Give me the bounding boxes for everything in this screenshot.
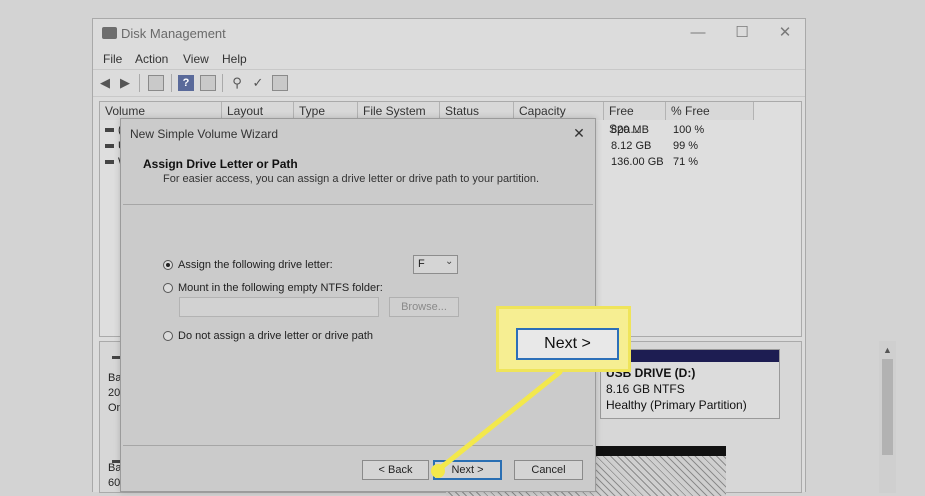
free-space-cell: 136.00 GB bbox=[611, 156, 664, 168]
radio-assign-letter[interactable] bbox=[163, 260, 173, 270]
view-icon[interactable] bbox=[200, 75, 216, 91]
divider bbox=[123, 445, 593, 446]
browse-button[interactable]: Browse... bbox=[389, 297, 459, 317]
scroll-thumb[interactable] bbox=[882, 359, 893, 455]
title-bar[interactable]: Disk Management — ☐ ✕ bbox=[93, 19, 805, 49]
new-simple-volume-wizard: New Simple Volume Wizard ✕ Assign Drive … bbox=[120, 118, 596, 492]
volume-icon bbox=[105, 144, 114, 148]
list-icon[interactable] bbox=[272, 75, 288, 91]
toolbar: ◀ ▶ ? ⚲ ✓ bbox=[93, 69, 805, 97]
menu-file[interactable]: File bbox=[103, 52, 122, 66]
volume-icon bbox=[105, 128, 114, 132]
option-label-assign-letter[interactable]: Assign the following drive letter: bbox=[178, 259, 333, 271]
back-arrow-icon[interactable]: ◀ bbox=[97, 75, 113, 91]
properties-icon[interactable] bbox=[148, 75, 164, 91]
radio-mount-folder[interactable] bbox=[163, 283, 173, 293]
menu-action[interactable]: Action bbox=[135, 52, 168, 66]
column-header-free-space[interactable]: Free Spa... bbox=[604, 102, 666, 136]
menu-bar: File Action View Help bbox=[93, 49, 805, 69]
help-icon[interactable]: ? bbox=[178, 75, 194, 91]
option-label-no-letter[interactable]: Do not assign a drive letter or drive pa… bbox=[178, 330, 373, 342]
check-icon[interactable]: ✓ bbox=[250, 75, 266, 91]
wizard-title: New Simple Volume Wizard bbox=[130, 127, 279, 141]
toolbar-separator bbox=[139, 74, 140, 92]
pct-free-cell: 99 % bbox=[673, 140, 699, 152]
radio-no-letter[interactable] bbox=[163, 331, 173, 341]
wizard-heading: Assign Drive Letter or Path bbox=[143, 157, 298, 171]
disk-icon bbox=[112, 356, 120, 359]
maximize-button[interactable]: ☐ bbox=[725, 21, 759, 45]
toolbar-separator bbox=[222, 74, 223, 92]
folder-path-input[interactable] bbox=[179, 297, 379, 317]
close-button[interactable]: ✕ bbox=[768, 21, 802, 45]
chevron-down-icon: ⌄ bbox=[445, 256, 454, 267]
minimize-button[interactable]: — bbox=[681, 21, 715, 45]
divider bbox=[123, 204, 593, 205]
window-title: Disk Management bbox=[121, 26, 226, 41]
drive-letter-value: F bbox=[418, 258, 425, 270]
free-space-cell: 820 MB bbox=[611, 124, 649, 136]
drive-letter-select[interactable]: F ⌄ bbox=[413, 255, 458, 274]
next-button[interactable]: Next > bbox=[433, 460, 502, 480]
connect-icon[interactable]: ⚲ bbox=[229, 75, 245, 91]
cancel-button[interactable]: Cancel bbox=[514, 460, 583, 480]
option-label-mount-folder[interactable]: Mount in the following empty NTFS folder… bbox=[178, 282, 383, 294]
disk-info-line: 60 bbox=[108, 477, 121, 489]
wizard-subheading: For easier access, you can assign a driv… bbox=[163, 173, 540, 185]
free-space-cell: 8.12 GB bbox=[611, 140, 652, 152]
column-header-pct-free[interactable]: % Free bbox=[666, 102, 754, 120]
forward-arrow-icon[interactable]: ▶ bbox=[117, 75, 133, 91]
wizard-close-icon[interactable]: ✕ bbox=[567, 122, 591, 144]
usb-volume-status: Healthy (Primary Partition) bbox=[606, 398, 747, 412]
menu-view[interactable]: View bbox=[183, 52, 209, 66]
disk-info-line: 20 bbox=[108, 387, 121, 399]
disk-management-icon bbox=[102, 27, 117, 39]
pct-free-cell: 71 % bbox=[673, 156, 699, 168]
scroll-up-icon[interactable]: ▲ bbox=[879, 343, 896, 357]
vertical-scrollbar[interactable]: ▲ bbox=[879, 341, 896, 493]
menu-help[interactable]: Help bbox=[222, 52, 247, 66]
usb-volume-size: 8.16 GB NTFS bbox=[606, 382, 685, 396]
next-button-zoomed[interactable]: Next > bbox=[516, 328, 619, 360]
pct-free-cell: 100 % bbox=[673, 124, 705, 136]
volume-icon bbox=[105, 160, 114, 164]
back-button[interactable]: < Back bbox=[362, 460, 429, 480]
toolbar-separator bbox=[171, 74, 172, 92]
